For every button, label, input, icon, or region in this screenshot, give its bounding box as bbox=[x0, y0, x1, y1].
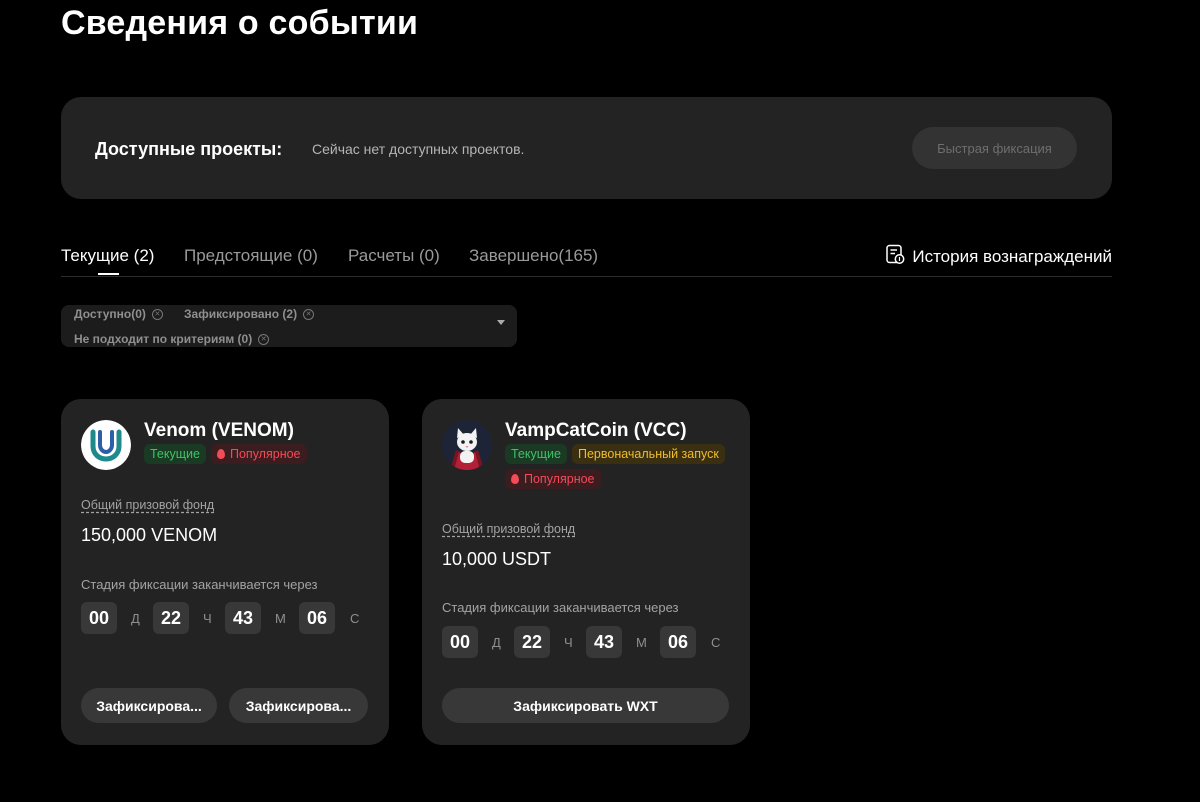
reward-history-link[interactable]: История вознаграждений bbox=[885, 244, 1112, 270]
tab-completed[interactable]: Завершено(165) bbox=[469, 246, 598, 266]
filter-chip-committed[interactable]: Зафиксировано (2) ✕ bbox=[184, 307, 315, 321]
popular-badge-label: Популярное bbox=[230, 447, 301, 461]
tab-current[interactable]: Текущие (2) bbox=[61, 246, 154, 266]
filter-chip-label: Не подходит по критериям (0) bbox=[74, 332, 253, 346]
remove-chip-icon[interactable]: ✕ bbox=[258, 333, 270, 345]
popular-badge: Популярное bbox=[505, 469, 601, 489]
countdown-seconds: 06 bbox=[299, 602, 335, 634]
vampcat-logo bbox=[442, 420, 492, 470]
fire-icon bbox=[511, 474, 519, 484]
popular-badge: Популярное bbox=[211, 444, 307, 464]
countdown-days-unit: Д bbox=[492, 635, 501, 650]
popular-badge-label: Популярное bbox=[524, 472, 595, 486]
prize-pool-value: 150,000 VENOM bbox=[81, 525, 218, 545]
countdown-seconds-unit: С bbox=[350, 611, 360, 626]
page-title: Сведения о событии bbox=[61, 4, 419, 42]
countdown-seconds-unit: С bbox=[711, 635, 721, 650]
status-badge-current: Текущие bbox=[144, 444, 206, 464]
stage-ends-label: Стадия фиксации заканчивается через bbox=[81, 577, 318, 592]
status-filter-select[interactable]: Доступно(0) ✕ Зафиксировано (2) ✕ Не под… bbox=[61, 305, 517, 347]
filter-chip-label: Зафиксировано (2) bbox=[184, 307, 298, 321]
active-tab-indicator bbox=[98, 273, 119, 275]
commit-wxt-button[interactable]: Зафиксировать WXT bbox=[442, 688, 729, 723]
prize-pool-label[interactable]: Общий призовой фонд bbox=[442, 522, 575, 536]
countdown-hours-unit: Ч bbox=[203, 611, 212, 626]
available-projects-label: Доступные проекты: bbox=[95, 139, 283, 159]
stage-ends-label: Стадия фиксации заканчивается через bbox=[442, 600, 679, 615]
tab-settlement[interactable]: Расчеты (0) bbox=[348, 246, 440, 266]
tab-upcoming[interactable]: Предстоящие (0) bbox=[184, 246, 318, 266]
initial-launch-badge: Первоначальный запуск bbox=[572, 444, 725, 464]
venom-logo bbox=[81, 420, 131, 470]
event-card-venom: Venom (VENOM) Текущие Популярное Общий п… bbox=[61, 399, 389, 745]
available-projects-panel: Доступные проекты: Сейчас нет доступных … bbox=[61, 97, 1112, 199]
countdown-days: 00 bbox=[81, 602, 117, 634]
fire-icon bbox=[217, 449, 225, 459]
countdown-minutes-unit: М bbox=[275, 611, 286, 626]
commit-button[interactable]: Зафиксирова... bbox=[229, 688, 368, 723]
countdown-hours: 22 bbox=[153, 602, 189, 634]
countdown-hours: 22 bbox=[514, 626, 550, 658]
remove-chip-icon[interactable]: ✕ bbox=[303, 308, 315, 320]
countdown-minutes: 43 bbox=[225, 602, 261, 634]
countdown-days: 00 bbox=[442, 626, 478, 658]
countdown-minutes-unit: М bbox=[636, 635, 647, 650]
event-card-title: Venom (VENOM) bbox=[144, 420, 294, 441]
chevron-down-icon[interactable] bbox=[497, 320, 505, 325]
filter-chip-available[interactable]: Доступно(0) ✕ bbox=[74, 307, 163, 321]
event-tabs: Текущие (2) Предстоящие (0) Расчеты (0) … bbox=[61, 242, 1112, 277]
event-card-vampcatcoin: VampCatCoin (VCC) Текущие Первоначальный… bbox=[422, 399, 750, 745]
countdown-minutes: 43 bbox=[586, 626, 622, 658]
countdown-hours-unit: Ч bbox=[564, 635, 573, 650]
filter-chip-label: Доступно(0) bbox=[74, 307, 146, 321]
available-projects-empty-text: Сейчас нет доступных проектов. bbox=[312, 141, 525, 157]
countdown-days-unit: Д bbox=[131, 611, 140, 626]
commit-button[interactable]: Зафиксирова... bbox=[81, 688, 217, 723]
reward-history-icon bbox=[885, 244, 906, 270]
countdown-seconds: 06 bbox=[660, 626, 696, 658]
remove-chip-icon[interactable]: ✕ bbox=[151, 308, 163, 320]
filter-chip-not-eligible[interactable]: Не подходит по критериям (0) ✕ bbox=[74, 332, 270, 346]
status-badge-current: Текущие bbox=[505, 444, 567, 464]
event-card-title: VampCatCoin (VCC) bbox=[505, 420, 687, 441]
reward-history-label: История вознаграждений bbox=[912, 247, 1112, 266]
prize-pool-value: 10,000 USDT bbox=[442, 549, 552, 569]
prize-pool-label[interactable]: Общий призовой фонд bbox=[81, 498, 214, 512]
quick-commit-button[interactable]: Быстрая фиксация bbox=[912, 127, 1077, 169]
